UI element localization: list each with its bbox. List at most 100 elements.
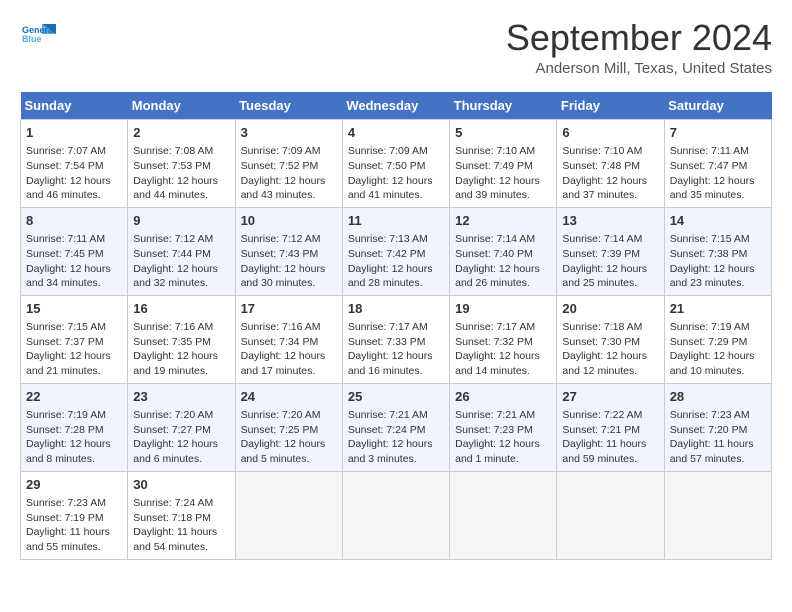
- day-number: 17: [241, 300, 337, 318]
- sunset-text: Sunset: 7:45 PM: [26, 248, 104, 260]
- calendar-cell: [557, 471, 664, 559]
- calendar-week-5: 29 Sunrise: 7:23 AM Sunset: 7:19 PM Dayl…: [21, 471, 772, 559]
- sunset-text: Sunset: 7:53 PM: [133, 160, 211, 172]
- sunset-text: Sunset: 7:25 PM: [241, 424, 319, 436]
- calendar-cell: 24 Sunrise: 7:20 AM Sunset: 7:25 PM Dayl…: [235, 383, 342, 471]
- daylight-text: Daylight: 12 hours and 44 minutes.: [133, 175, 218, 202]
- sunset-text: Sunset: 7:50 PM: [348, 160, 426, 172]
- sunrise-text: Sunrise: 7:10 AM: [455, 145, 535, 157]
- calendar-cell: 28 Sunrise: 7:23 AM Sunset: 7:20 PM Dayl…: [664, 383, 771, 471]
- daylight-text: Daylight: 12 hours and 10 minutes.: [670, 350, 755, 377]
- sunset-text: Sunset: 7:44 PM: [133, 248, 211, 260]
- day-number: 1: [26, 124, 122, 142]
- calendar-cell: 19 Sunrise: 7:17 AM Sunset: 7:32 PM Dayl…: [450, 295, 557, 383]
- logo: General Blue: [20, 20, 56, 56]
- calendar-cell: 2 Sunrise: 7:08 AM Sunset: 7:53 PM Dayli…: [128, 120, 235, 208]
- sunset-text: Sunset: 7:24 PM: [348, 424, 426, 436]
- sunrise-text: Sunrise: 7:15 AM: [670, 233, 750, 245]
- calendar-cell: [664, 471, 771, 559]
- header-day-sunday: Sunday: [21, 92, 128, 120]
- calendar-cell: 30 Sunrise: 7:24 AM Sunset: 7:18 PM Dayl…: [128, 471, 235, 559]
- day-number: 11: [348, 212, 444, 230]
- sunrise-text: Sunrise: 7:21 AM: [348, 409, 428, 421]
- day-number: 6: [562, 124, 658, 142]
- day-number: 23: [133, 388, 229, 406]
- sunrise-text: Sunrise: 7:20 AM: [241, 409, 321, 421]
- daylight-text: Daylight: 12 hours and 46 minutes.: [26, 175, 111, 202]
- sunset-text: Sunset: 7:52 PM: [241, 160, 319, 172]
- sunrise-text: Sunrise: 7:12 AM: [241, 233, 321, 245]
- sunrise-text: Sunrise: 7:17 AM: [348, 321, 428, 333]
- daylight-text: Daylight: 12 hours and 1 minute.: [455, 438, 540, 465]
- sunrise-text: Sunrise: 7:11 AM: [26, 233, 105, 245]
- sunrise-text: Sunrise: 7:10 AM: [562, 145, 642, 157]
- sunset-text: Sunset: 7:18 PM: [133, 512, 211, 524]
- daylight-text: Daylight: 12 hours and 41 minutes.: [348, 175, 433, 202]
- sunset-text: Sunset: 7:32 PM: [455, 336, 533, 348]
- sunrise-text: Sunrise: 7:14 AM: [562, 233, 642, 245]
- daylight-text: Daylight: 12 hours and 6 minutes.: [133, 438, 218, 465]
- sunset-text: Sunset: 7:23 PM: [455, 424, 533, 436]
- day-number: 25: [348, 388, 444, 406]
- calendar-cell: [235, 471, 342, 559]
- daylight-text: Daylight: 12 hours and 23 minutes.: [670, 263, 755, 290]
- calendar-cell: 20 Sunrise: 7:18 AM Sunset: 7:30 PM Dayl…: [557, 295, 664, 383]
- sunrise-text: Sunrise: 7:19 AM: [26, 409, 106, 421]
- day-number: 19: [455, 300, 551, 318]
- sunset-text: Sunset: 7:19 PM: [26, 512, 104, 524]
- header-day-thursday: Thursday: [450, 92, 557, 120]
- calendar-week-2: 8 Sunrise: 7:11 AM Sunset: 7:45 PM Dayli…: [21, 207, 772, 295]
- day-number: 22: [26, 388, 122, 406]
- sunrise-text: Sunrise: 7:22 AM: [562, 409, 642, 421]
- sunrise-text: Sunrise: 7:16 AM: [133, 321, 213, 333]
- sunset-text: Sunset: 7:20 PM: [670, 424, 748, 436]
- sunrise-text: Sunrise: 7:20 AM: [133, 409, 213, 421]
- sunset-text: Sunset: 7:34 PM: [241, 336, 319, 348]
- sunrise-text: Sunrise: 7:08 AM: [133, 145, 213, 157]
- sunset-text: Sunset: 7:38 PM: [670, 248, 748, 260]
- calendar-cell: 16 Sunrise: 7:16 AM Sunset: 7:35 PM Dayl…: [128, 295, 235, 383]
- header-day-monday: Monday: [128, 92, 235, 120]
- sunrise-text: Sunrise: 7:12 AM: [133, 233, 213, 245]
- calendar-cell: 5 Sunrise: 7:10 AM Sunset: 7:49 PM Dayli…: [450, 120, 557, 208]
- calendar-cell: 17 Sunrise: 7:16 AM Sunset: 7:34 PM Dayl…: [235, 295, 342, 383]
- title-section: September 2024 Anderson Mill, Texas, Uni…: [506, 20, 772, 77]
- calendar-week-4: 22 Sunrise: 7:19 AM Sunset: 7:28 PM Dayl…: [21, 383, 772, 471]
- calendar-table: SundayMondayTuesdayWednesdayThursdayFrid…: [20, 92, 772, 560]
- month-title: September 2024: [506, 20, 772, 56]
- daylight-text: Daylight: 12 hours and 17 minutes.: [241, 350, 326, 377]
- daylight-text: Daylight: 12 hours and 39 minutes.: [455, 175, 540, 202]
- day-number: 9: [133, 212, 229, 230]
- header-day-saturday: Saturday: [664, 92, 771, 120]
- svg-text:Blue: Blue: [22, 34, 42, 44]
- sunrise-text: Sunrise: 7:19 AM: [670, 321, 750, 333]
- day-number: 4: [348, 124, 444, 142]
- calendar-cell: 29 Sunrise: 7:23 AM Sunset: 7:19 PM Dayl…: [21, 471, 128, 559]
- calendar-cell: 1 Sunrise: 7:07 AM Sunset: 7:54 PM Dayli…: [21, 120, 128, 208]
- calendar-cell: [342, 471, 449, 559]
- daylight-text: Daylight: 12 hours and 16 minutes.: [348, 350, 433, 377]
- day-number: 27: [562, 388, 658, 406]
- day-number: 29: [26, 476, 122, 494]
- sunrise-text: Sunrise: 7:15 AM: [26, 321, 106, 333]
- day-number: 30: [133, 476, 229, 494]
- page-header: General Blue September 2024 Anderson Mil…: [20, 20, 772, 77]
- calendar-cell: 10 Sunrise: 7:12 AM Sunset: 7:43 PM Dayl…: [235, 207, 342, 295]
- sunset-text: Sunset: 7:33 PM: [348, 336, 426, 348]
- calendar-week-1: 1 Sunrise: 7:07 AM Sunset: 7:54 PM Dayli…: [21, 120, 772, 208]
- day-number: 24: [241, 388, 337, 406]
- daylight-text: Daylight: 12 hours and 14 minutes.: [455, 350, 540, 377]
- sunrise-text: Sunrise: 7:18 AM: [562, 321, 642, 333]
- daylight-text: Daylight: 12 hours and 25 minutes.: [562, 263, 647, 290]
- daylight-text: Daylight: 12 hours and 30 minutes.: [241, 263, 326, 290]
- calendar-cell: 3 Sunrise: 7:09 AM Sunset: 7:52 PM Dayli…: [235, 120, 342, 208]
- sunrise-text: Sunrise: 7:24 AM: [133, 497, 213, 509]
- sunrise-text: Sunrise: 7:11 AM: [670, 145, 749, 157]
- header-day-friday: Friday: [557, 92, 664, 120]
- day-number: 12: [455, 212, 551, 230]
- sunset-text: Sunset: 7:30 PM: [562, 336, 640, 348]
- sunrise-text: Sunrise: 7:21 AM: [455, 409, 535, 421]
- daylight-text: Daylight: 11 hours and 59 minutes.: [562, 438, 646, 465]
- day-number: 3: [241, 124, 337, 142]
- calendar-cell: 23 Sunrise: 7:20 AM Sunset: 7:27 PM Dayl…: [128, 383, 235, 471]
